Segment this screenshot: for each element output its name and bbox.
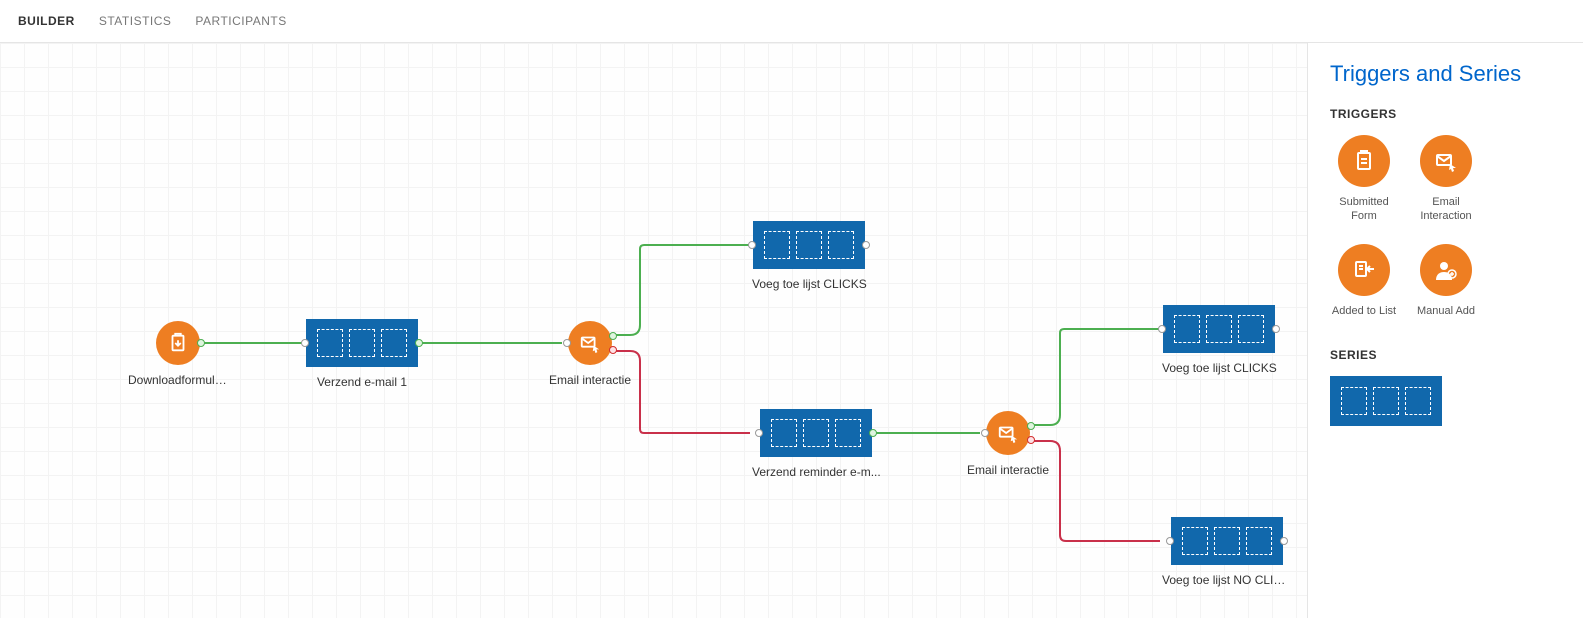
tab-statistics[interactable]: STATISTICS [99, 14, 172, 28]
trigger-label: Manual Add [1412, 304, 1480, 318]
node-send-reminder[interactable]: Verzend reminder e-m... [752, 409, 881, 479]
main-content: Downloadformulier Verzend e-mail 1 Email… [0, 43, 1583, 618]
node-label: Verzend reminder e-m... [752, 465, 881, 479]
trigger-label: Added to List [1330, 304, 1398, 318]
node-label: Voeg toe lijst NO CLIC... [1162, 573, 1292, 587]
node-email-interaction-1[interactable]: Email interactie [540, 321, 640, 387]
node-add-list-no-clicks[interactable]: Voeg toe lijst NO CLIC... [1162, 517, 1292, 587]
clipboard-icon [1338, 135, 1390, 187]
trigger-manual-add[interactable]: Manual Add [1412, 244, 1480, 318]
workflow-canvas[interactable]: Downloadformulier Verzend e-mail 1 Email… [0, 43, 1308, 618]
series-box [760, 409, 872, 457]
email-cursor-icon [986, 411, 1030, 455]
node-label: Voeg toe lijst CLICKS [752, 277, 867, 291]
node-add-list-clicks-2[interactable]: Voeg toe lijst CLICKS [1162, 305, 1277, 375]
trigger-label: Email Interaction [1412, 195, 1480, 224]
series-slot [1405, 387, 1431, 415]
node-label: Email interactie [540, 373, 640, 387]
series-box [1171, 517, 1283, 565]
series-box [753, 221, 865, 269]
node-download-form[interactable]: Downloadformulier [128, 321, 228, 387]
series-template[interactable] [1330, 376, 1442, 426]
series-slot [1373, 387, 1399, 415]
trigger-label: Submitted Form [1330, 195, 1398, 224]
node-send-email-1[interactable]: Verzend e-mail 1 [306, 319, 418, 389]
email-cursor-icon [1420, 135, 1472, 187]
sidebar-title: Triggers and Series [1330, 61, 1561, 87]
tabs-bar: BUILDER STATISTICS PARTICIPANTS [0, 0, 1583, 43]
node-email-interaction-2[interactable]: Email interactie [958, 411, 1058, 477]
node-label: Email interactie [958, 463, 1058, 477]
node-label: Downloadformulier [128, 373, 228, 387]
trigger-submitted-form[interactable]: Submitted Form [1330, 135, 1398, 224]
series-slot [1341, 387, 1367, 415]
user-plus-icon [1420, 244, 1472, 296]
clipboard-download-icon [156, 321, 200, 365]
email-cursor-icon [568, 321, 612, 365]
trigger-added-to-list[interactable]: Added to List [1330, 244, 1398, 318]
node-label: Verzend e-mail 1 [306, 375, 418, 389]
series-heading: SERIES [1330, 348, 1561, 362]
triggers-grid: Submitted Form Email Interaction Added t… [1330, 135, 1561, 318]
tab-builder[interactable]: BUILDER [18, 14, 75, 28]
triggers-heading: TRIGGERS [1330, 107, 1561, 121]
trigger-email-interaction[interactable]: Email Interaction [1412, 135, 1480, 224]
tab-participants[interactable]: PARTICIPANTS [195, 14, 286, 28]
sidebar: Triggers and Series TRIGGERS Submitted F… [1308, 43, 1583, 618]
list-arrow-icon [1338, 244, 1390, 296]
series-box [1163, 305, 1275, 353]
node-label: Voeg toe lijst CLICKS [1162, 361, 1277, 375]
node-add-list-clicks-1[interactable]: Voeg toe lijst CLICKS [752, 221, 867, 291]
series-box [306, 319, 418, 367]
